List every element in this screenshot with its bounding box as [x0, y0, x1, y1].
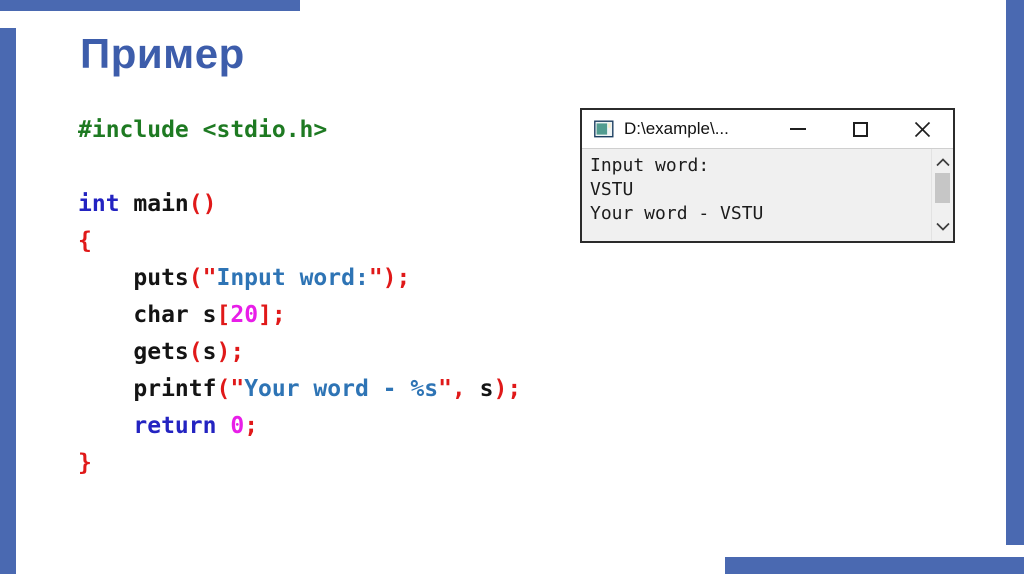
console-output-line: VSTU	[590, 179, 634, 200]
console-window-title: D:\example\...	[624, 119, 729, 138]
code-line: char s[20];	[78, 302, 286, 328]
scrollbar[interactable]	[931, 149, 953, 241]
console-output-line: Your word - VSTU	[590, 203, 764, 224]
code-line: return 0;	[78, 413, 259, 439]
maximize-icon[interactable]	[829, 110, 891, 149]
slide-title: Пример	[80, 30, 245, 77]
scroll-down-icon[interactable]	[935, 218, 950, 236]
bottom-accent-bar	[725, 557, 1024, 574]
console-content: Input word: VSTU Your word - VSTU	[582, 149, 953, 241]
console-output-line: Input word:	[590, 155, 710, 176]
console-titlebar[interactable]: D:\example\...	[582, 110, 953, 149]
code-block: #include <stdio.h> int main() { puts("Inp…	[78, 112, 521, 482]
code-line: {	[78, 228, 92, 254]
scrollbar-thumb[interactable]	[935, 173, 950, 203]
console-output: Input word: VSTU Your word - VSTU	[582, 149, 931, 241]
console-window: D:\example\... Input word: VSTU Your word …	[580, 108, 955, 243]
left-accent-bar	[0, 28, 16, 574]
code-line: puts("Input word:");	[78, 265, 411, 291]
console-icon	[594, 120, 614, 138]
code-line: }	[78, 450, 92, 476]
top-accent-bar	[0, 0, 300, 11]
code-line: gets(s);	[78, 339, 245, 365]
scroll-up-icon[interactable]	[935, 154, 950, 172]
window-controls	[767, 110, 953, 149]
right-accent-bar	[1006, 0, 1024, 545]
code-line: #include <stdio.h>	[78, 117, 328, 143]
close-icon[interactable]	[891, 110, 953, 149]
minimize-icon[interactable]	[767, 110, 829, 149]
code-line: int main()	[78, 191, 217, 217]
code-line: printf("Your word - %s", s);	[78, 376, 522, 402]
